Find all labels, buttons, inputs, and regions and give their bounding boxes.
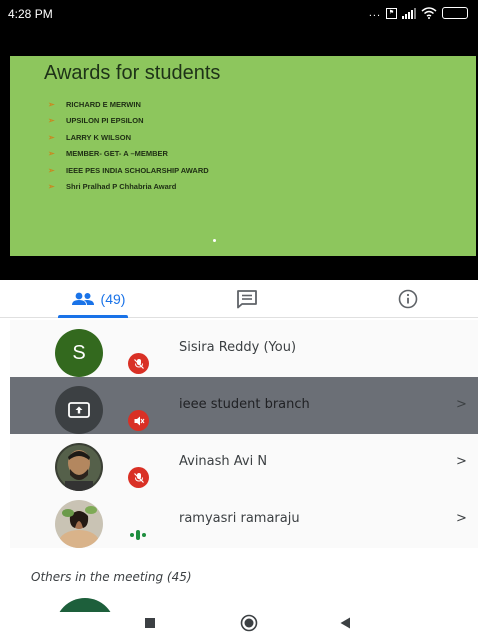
slide-title: Awards for students	[44, 62, 221, 84]
chevron-right-icon[interactable]: >	[456, 454, 467, 469]
slide-list-item: ➢ LARRY K WILSON	[48, 132, 131, 142]
arrow-bullet-icon: ➢	[48, 149, 55, 159]
avatar	[55, 500, 103, 548]
volte-icon: ⚑	[386, 7, 397, 19]
present-screen-icon	[68, 402, 90, 418]
slide-award-list: ➢ RICHARD E MERWIN ➢ UPSILON PI EPSILON ➢ L…	[48, 96, 209, 195]
mic-off-icon	[128, 353, 149, 374]
pointer-dot	[213, 239, 216, 242]
wifi-icon	[421, 7, 437, 19]
participant-row[interactable]: Avinash Avi N >	[10, 434, 478, 491]
chevron-right-icon[interactable]: >	[456, 511, 467, 526]
arrow-bullet-icon: ➢	[48, 116, 55, 126]
people-count: (49)	[100, 291, 126, 307]
recents-button[interactable]	[138, 612, 162, 634]
participant-name: Avinash Avi N	[179, 454, 268, 469]
signal-icon	[402, 7, 416, 19]
slide-list-item: ➢ UPSILON PI EPSILON	[48, 116, 144, 126]
chevron-right-icon[interactable]: >	[456, 397, 467, 412]
active-tab-indicator	[58, 315, 128, 318]
more-notifications-indicator: ...	[368, 6, 381, 19]
status-bar: 4:28 PM ... ⚑	[0, 0, 478, 26]
home-button[interactable]	[237, 612, 261, 634]
participant-row[interactable]: S Sisira Reddy (You)	[10, 320, 478, 377]
info-icon	[398, 289, 418, 309]
arrow-bullet-icon: ➢	[48, 99, 55, 109]
status-icons: ... ⚑	[369, 5, 468, 21]
people-icon	[71, 292, 94, 305]
participant-row[interactable]: ramyasri ramaraju >	[10, 491, 478, 548]
tab-people[interactable]: (49)	[48, 280, 148, 318]
avatar	[55, 443, 103, 491]
participant-row[interactable]: ieee student branch >	[10, 377, 478, 434]
back-button[interactable]	[333, 612, 357, 634]
battery-icon	[442, 7, 468, 19]
arrow-bullet-icon: ➢	[48, 182, 55, 192]
back-triangle-icon	[340, 617, 350, 629]
tab-chat[interactable]	[227, 280, 267, 318]
avatar: S	[55, 329, 103, 377]
home-circle-icon	[240, 614, 258, 632]
slide-list-item: ➢ Shri Pralhad P Chhabria Award	[48, 182, 177, 192]
presented-slide: Awards for students ➢ RICHARD E MERWIN ➢ U…	[10, 56, 476, 256]
mic-off-icon	[128, 410, 149, 431]
participant-name: ramyasri ramaraju	[179, 511, 300, 526]
arrow-bullet-icon: ➢	[48, 132, 55, 142]
recents-square-icon	[145, 618, 155, 628]
meeting-tabs: (49)	[0, 280, 478, 318]
mic-off-icon	[128, 467, 149, 488]
avatar	[55, 386, 103, 434]
slide-list-item: ➢ RICHARD E MERWIN	[48, 99, 141, 109]
slide-list-item: ➢ MEMBER- GET- A –MEMBER	[48, 149, 168, 159]
status-time: 4:28 PM	[8, 7, 53, 21]
participant-name: Sisira Reddy (You)	[179, 340, 297, 355]
participant-name: ieee student branch	[179, 397, 310, 412]
speaking-indicator-icon	[130, 529, 152, 541]
system-navigation-bar	[0, 612, 478, 634]
arrow-bullet-icon: ➢	[48, 165, 55, 175]
slide-list-item: ➢ IEEE PES INDIA SCHOLARSHIP AWARD	[48, 165, 209, 175]
chat-icon	[237, 290, 257, 309]
others-in-meeting-heading: Others in the meeting (45)	[31, 570, 192, 584]
presentation-view[interactable]: Awards for students ➢ RICHARD E MERWIN ➢ U…	[0, 26, 478, 280]
tab-info[interactable]	[388, 280, 428, 318]
